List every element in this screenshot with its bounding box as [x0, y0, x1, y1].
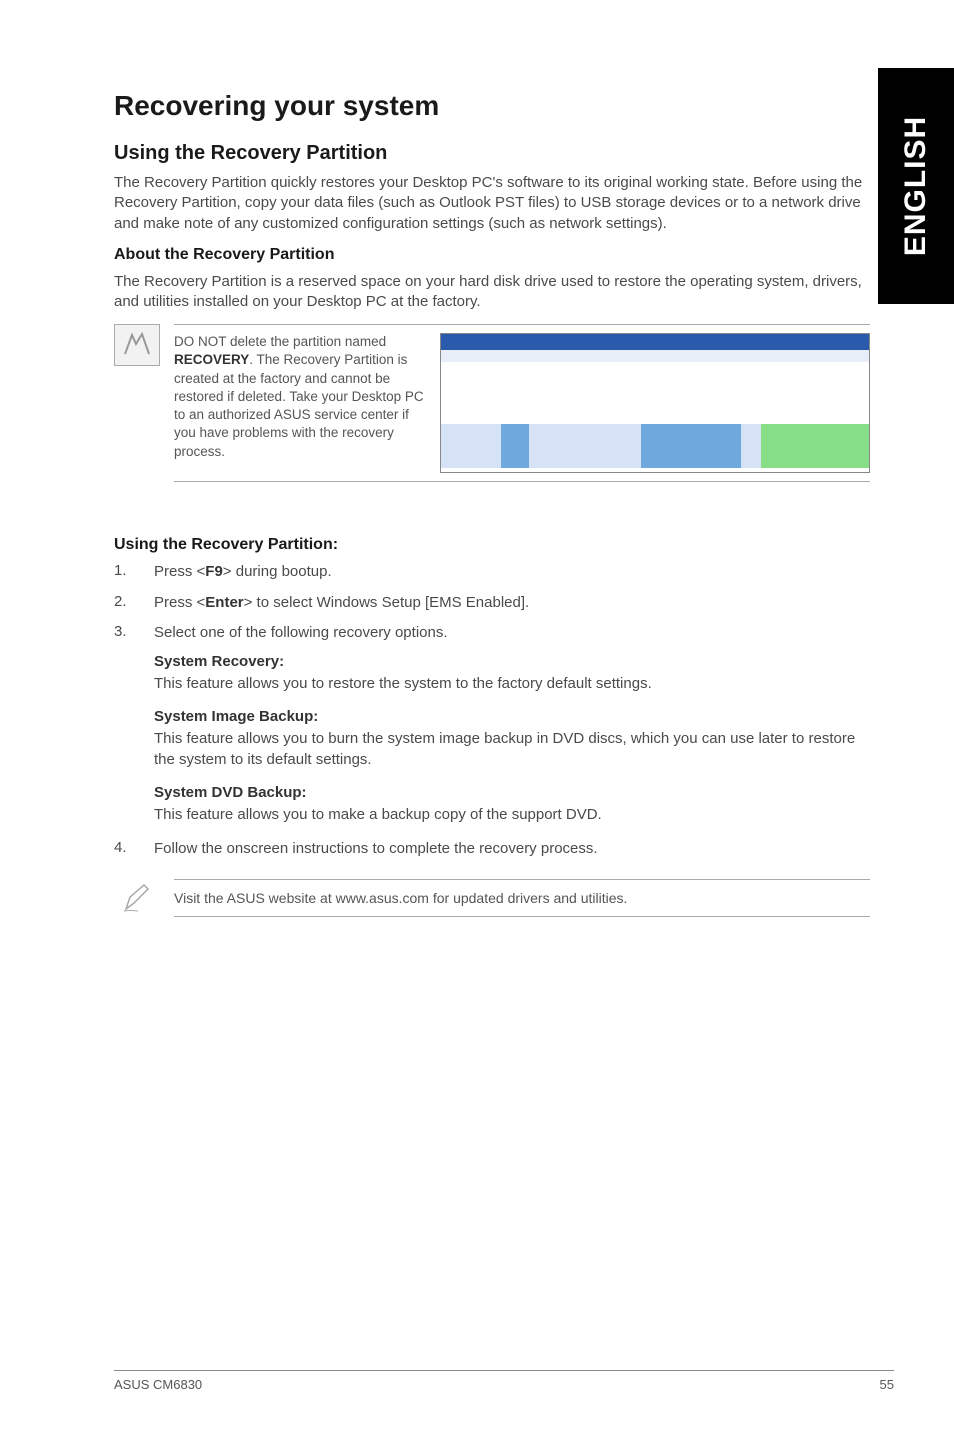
step-3: 3. Select one of the following recovery …	[114, 623, 870, 643]
language-side-tab: ENGLISH	[878, 68, 954, 304]
page-title: Recovering your system	[114, 90, 870, 122]
footer-page-number: 55	[880, 1377, 894, 1392]
usage-heading: Using the Recovery Partition:	[114, 536, 870, 554]
option-system-recovery: System Recovery: This feature allows you…	[154, 653, 870, 694]
page-content: Recovering your system Using the Recover…	[0, 0, 954, 919]
option-system-dvd-backup: System DVD Backup: This feature allows y…	[154, 784, 870, 825]
step-2: 2. Press <Enter> to select Windows Setup…	[114, 593, 870, 613]
note-text: Visit the ASUS website at www.asus.com f…	[174, 879, 870, 917]
step-4: 4. Follow the onscreen instructions to c…	[114, 839, 870, 859]
section-heading-using: Using the Recovery Partition	[114, 142, 870, 165]
warning-callout: DO NOT delete the partition named RECOVE…	[114, 324, 870, 482]
page-footer: ASUS CM6830 55	[114, 1370, 894, 1392]
disk-management-screenshot	[440, 333, 870, 473]
section-heading-about: About the Recovery Partition	[114, 246, 870, 264]
footer-product: ASUS CM6830	[114, 1377, 202, 1392]
step-1: 1. Press <F9> during bootup.	[114, 562, 870, 582]
callout-body: DO NOT delete the partition named RECOVE…	[174, 324, 870, 482]
callout-text: DO NOT delete the partition named RECOVE…	[174, 333, 424, 461]
pencil-icon	[114, 877, 160, 919]
intro-paragraph: The Recovery Partition quickly restores …	[114, 173, 870, 234]
note-callout: Visit the ASUS website at www.asus.com f…	[114, 877, 870, 919]
option-system-image-backup: System Image Backup: This feature allows…	[154, 708, 870, 770]
warning-icon	[114, 324, 160, 366]
language-label: ENGLISH	[899, 116, 933, 256]
about-paragraph: The Recovery Partition is a reserved spa…	[114, 272, 870, 313]
